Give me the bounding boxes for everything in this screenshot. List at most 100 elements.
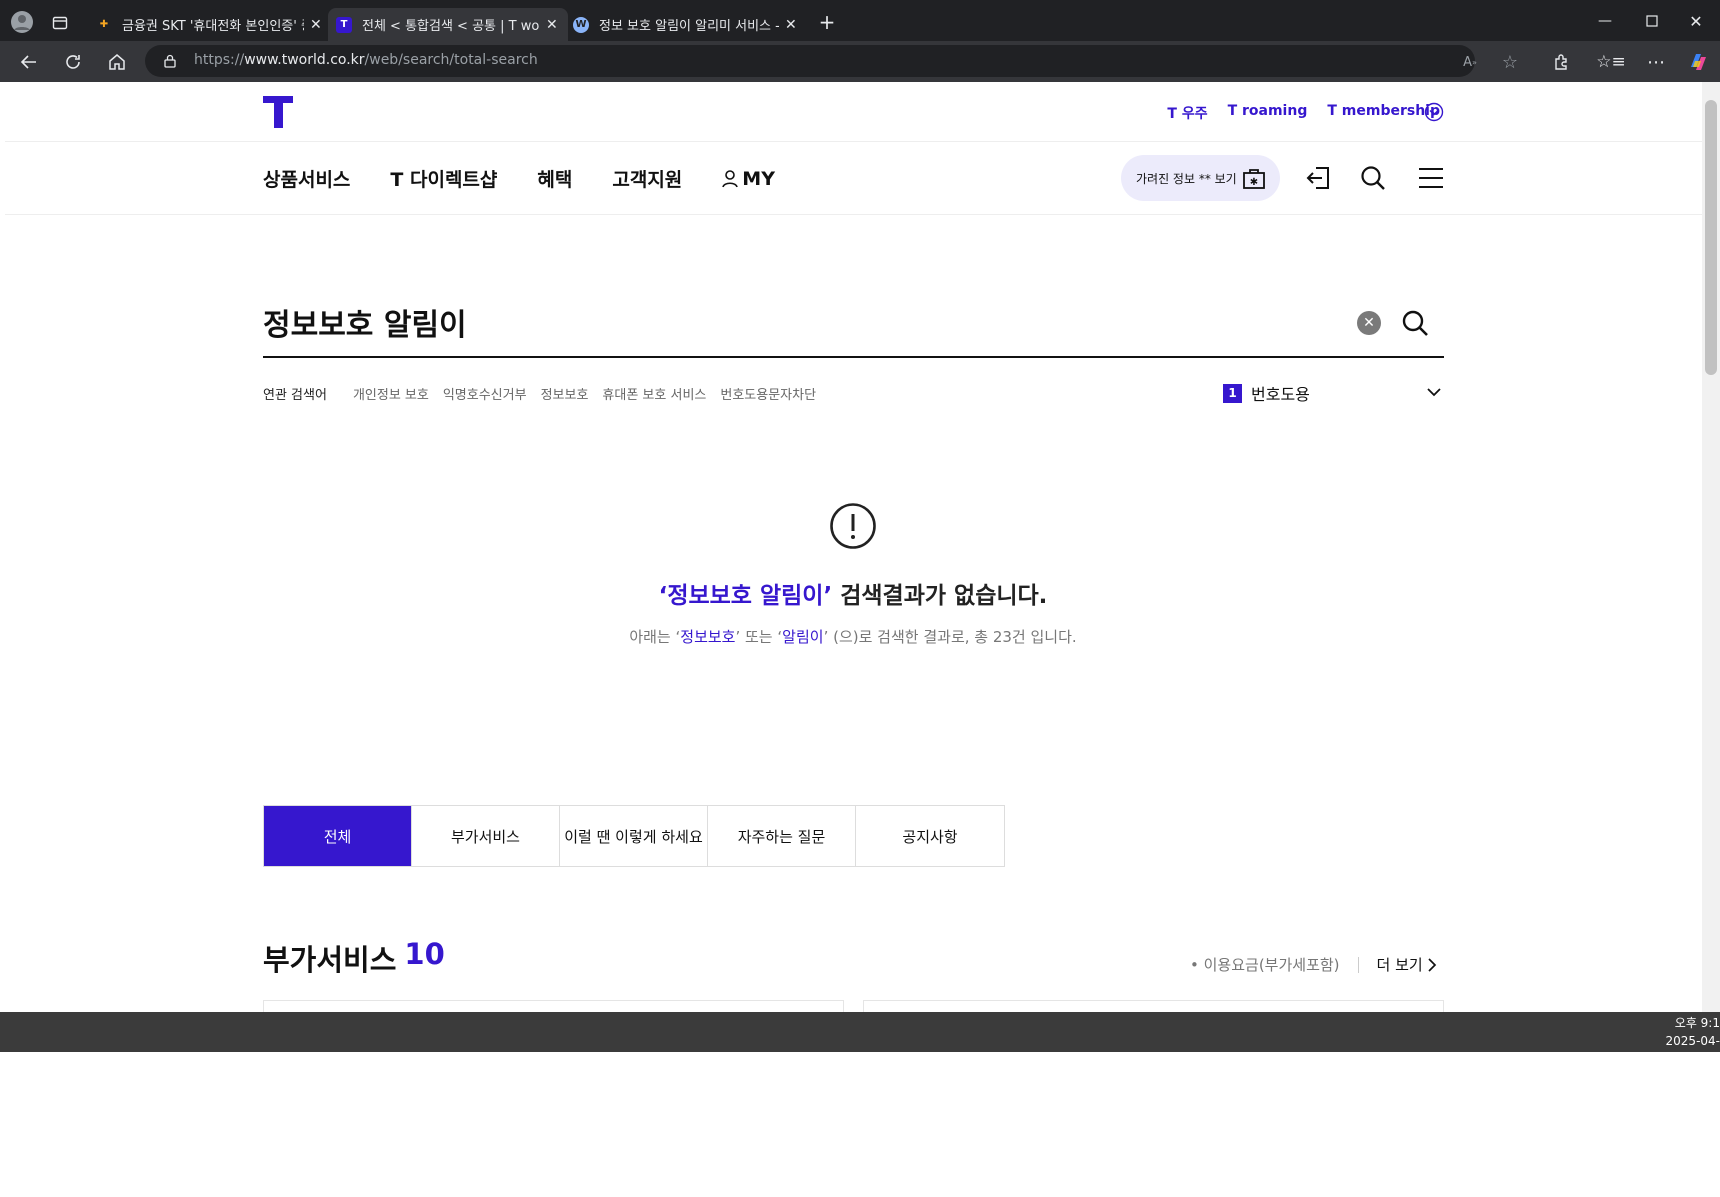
tab-close-icon[interactable]: ✕	[310, 17, 324, 33]
top-utility-links: T 우주 T roaming T membership	[1167, 103, 1440, 123]
nav-customer-support[interactable]: 고객지원	[612, 165, 682, 192]
section-count: 10	[404, 937, 445, 971]
url-host: www.tworld.co.kr	[244, 52, 365, 68]
note-term-1: 정보보호	[680, 628, 736, 646]
no-result-text: 검색결과가 없습니다.	[832, 583, 1048, 609]
new-tab-icon[interactable]: +	[817, 10, 837, 34]
masked-info-label: 가려진 정보 ** 보기	[1136, 171, 1237, 186]
minimize-icon[interactable]: —	[1594, 10, 1616, 32]
section-title-text: 부가서비스	[263, 943, 397, 977]
nav-my[interactable]: MY	[722, 165, 775, 192]
related-keyword[interactable]: 개인정보 보호	[353, 384, 429, 403]
result-category-tabs: 전체 부가서비스 이럴 땐 이렇게 하세요 자주하는 질문 공지사항	[263, 805, 1005, 867]
tab-close-icon[interactable]: ✕	[546, 17, 560, 33]
tab-title: 정보 보호 알림이 알리미 서비스 -	[599, 19, 779, 34]
close-icon: ✕	[1363, 315, 1375, 331]
extensions-icon[interactable]	[1551, 51, 1573, 73]
more-label: 더 보기	[1376, 956, 1423, 974]
news-favicon-icon: ✚	[99, 19, 109, 30]
taskbar-clock[interactable]: 오후 9:1 2025-04-	[1666, 1014, 1720, 1050]
tab-all[interactable]: 전체	[264, 806, 412, 866]
wordpress-favicon-icon: W	[573, 16, 589, 33]
url-text[interactable]: https://www.tworld.co.kr/web/search/tota…	[194, 52, 538, 68]
url-prefix: https://	[194, 52, 245, 68]
main-navigation: 상품서비스 T 다이렉트샵 혜택 고객지원 MY	[263, 165, 775, 192]
tworld-logo[interactable]	[263, 96, 293, 128]
window-close-icon[interactable]: ✕	[1685, 10, 1707, 32]
fee-note: • 이용요금(부가세포함)	[1190, 956, 1340, 974]
popular-rank-badge: 1	[1223, 383, 1242, 403]
tab-how-to[interactable]: 이럴 땐 이렇게 하세요	[560, 806, 708, 866]
related-keyword[interactable]: 휴대폰 보호 서비스	[602, 384, 706, 403]
more-menu-icon[interactable]: ⋯	[1645, 51, 1667, 73]
profile-avatar-icon[interactable]	[10, 10, 34, 34]
quote-close: ’	[823, 583, 833, 609]
reload-icon[interactable]	[61, 50, 85, 74]
tab-close-icon[interactable]: ✕	[785, 17, 799, 33]
tab-actions-icon[interactable]	[50, 13, 70, 33]
more-button[interactable]: 더 보기	[1377, 954, 1437, 975]
header-search-icon[interactable]	[1359, 164, 1387, 192]
search-query-input[interactable]: 정보보호 알림이	[263, 300, 467, 344]
popular-keyword: 번호도용	[1251, 385, 1310, 404]
link-t-roaming[interactable]: T roaming	[1228, 103, 1308, 123]
browser-tab-3[interactable]: W 정보 보호 알림이 알리미 서비스 - ✕	[573, 8, 799, 41]
popular-keyword-ticker[interactable]: 1 번호도용	[1223, 381, 1310, 405]
maximize-icon[interactable]	[1641, 10, 1663, 32]
divider	[1357, 956, 1359, 973]
related-keyword[interactable]: 번호도용문자차단	[720, 384, 816, 403]
tab-title: 전체 < 통합검색 < 공통 | T world	[362, 19, 540, 34]
tab-title: 금융권 SKT '휴대전화 본인인증' 중	[122, 19, 304, 34]
link-t-universe[interactable]: T 우주	[1167, 103, 1207, 123]
back-icon[interactable]	[17, 50, 41, 74]
nav-my-label: MY	[742, 167, 775, 190]
nav-benefits[interactable]: 혜택	[537, 165, 572, 192]
hamburger-menu-icon[interactable]	[1417, 164, 1445, 192]
clock-date: 2025-04-	[1665, 1034, 1720, 1048]
chevron-right-icon	[1428, 957, 1436, 972]
note-mid: ’ 또는 ‘	[735, 628, 783, 646]
masked-info-toggle-button[interactable]: 가려진 정보 ** 보기 ✱	[1121, 155, 1280, 201]
tworld-favicon-icon: T	[336, 16, 352, 33]
exclamation-circle-icon	[829, 502, 877, 550]
browser-tab-1[interactable]: ✚ 금융권 SKT '휴대전화 본인인증' 중 ✕	[94, 8, 324, 41]
section-actions: • 이용요금(부가세포함) 더 보기	[1190, 954, 1437, 975]
tab-addon-services[interactable]: 부가서비스	[412, 806, 560, 866]
related-keyword[interactable]: 정보보호	[541, 384, 589, 403]
related-keywords-label: 연관 검색어	[263, 388, 327, 403]
site-info-lock-icon[interactable]	[161, 52, 179, 70]
tab-notices[interactable]: 공지사항	[856, 806, 1004, 866]
note-term-2: 알림이	[782, 628, 824, 646]
nav-product-service[interactable]: 상품서비스	[263, 165, 350, 192]
chevron-down-icon[interactable]	[1425, 383, 1443, 401]
unlock-box-icon: ✱	[1243, 169, 1265, 189]
header-divider	[5, 141, 1702, 142]
section-title: 부가서비스 10	[263, 937, 445, 979]
tab-faq[interactable]: 자주하는 질문	[708, 806, 856, 866]
copilot-icon[interactable]	[1686, 50, 1710, 74]
search-icon	[1402, 310, 1428, 336]
browser-tab-2-active[interactable]: T 전체 < 통합검색 < 공통 | T world ✕	[328, 8, 568, 41]
no-result-message: ‘정보보호 알림이’ 검색결과가 없습니다.	[0, 576, 1706, 610]
note-prefix: 아래는 ‘	[629, 628, 681, 646]
search-submit-button[interactable]	[1400, 308, 1430, 338]
nav-divider	[5, 214, 1702, 215]
search-underline	[263, 356, 1444, 358]
read-aloud-icon[interactable]: A»	[1459, 51, 1481, 73]
favorites-icon[interactable]: ☆≡	[1596, 51, 1625, 73]
alternative-result-note: 아래는 ‘정보보호’ 또는 ‘알림이’ (으)로 검색한 결과로, 총 23건 …	[0, 626, 1706, 647]
related-keyword[interactable]: 익명호수신거부	[443, 384, 527, 403]
clear-search-button[interactable]: ✕	[1357, 311, 1381, 335]
page-scrollbar-thumb[interactable]	[1705, 100, 1717, 375]
logout-icon[interactable]	[1304, 164, 1332, 192]
note-suffix: ’ (으)로 검색한 결과로, 총 23건 입니다.	[823, 628, 1077, 646]
os-taskbar	[0, 1012, 1720, 1052]
nav-t-direct-shop[interactable]: T 다이렉트샵	[390, 165, 497, 192]
favorite-star-icon[interactable]: ☆	[1499, 51, 1521, 73]
toplinks-expand-icon[interactable]	[1424, 102, 1444, 122]
home-icon[interactable]	[105, 50, 129, 74]
user-icon	[722, 169, 739, 187]
no-result-query: 정보보호 알림이	[667, 583, 824, 609]
clock-time: 오후 9:1	[1674, 1016, 1720, 1030]
related-keywords: 연관 검색어 개인정보 보호 익명호수신거부 정보보호 휴대폰 보호 서비스 번…	[263, 384, 816, 403]
